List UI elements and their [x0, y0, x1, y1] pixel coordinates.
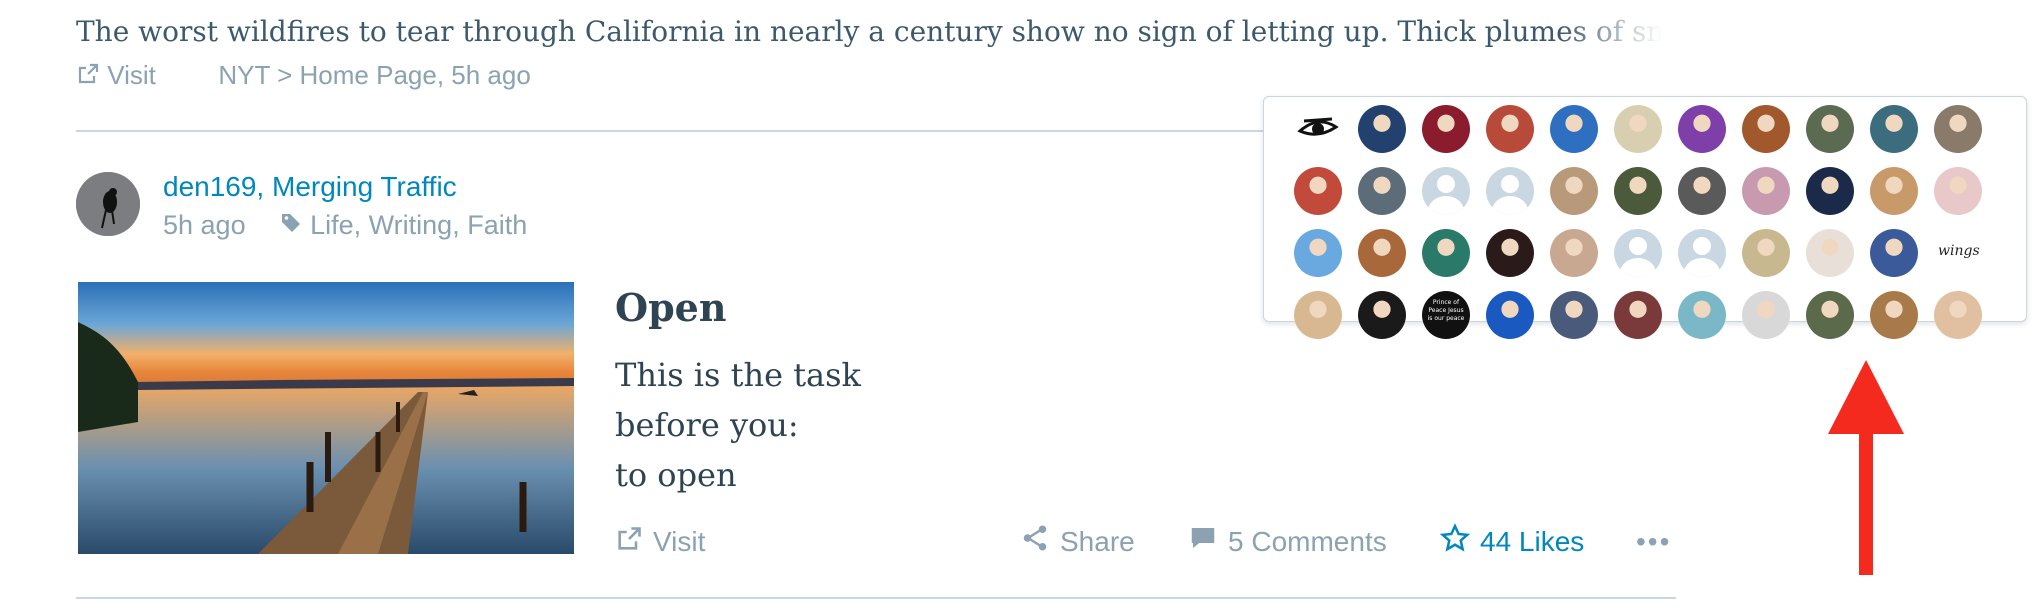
liker-avatar[interactable] [1486, 105, 1534, 153]
liker-avatar[interactable] [1422, 105, 1470, 153]
post-byline: 5h ago Life, Writing, Faith [163, 206, 527, 242]
liker-avatar[interactable] [1358, 167, 1406, 215]
post-excerpt: This is the task before you: to open [615, 350, 861, 500]
liker-avatar[interactable] [1422, 229, 1470, 277]
liker-avatar[interactable] [1486, 229, 1534, 277]
liker-avatar[interactable] [1870, 105, 1918, 153]
comments-button[interactable]: 5 Comments [1188, 522, 1387, 564]
liker-avatar[interactable] [1550, 229, 1598, 277]
post-title[interactable]: Open [615, 283, 726, 333]
liker-avatar[interactable] [1870, 291, 1918, 339]
liker-avatar[interactable] [1358, 291, 1406, 339]
liker-avatar[interactable] [1358, 105, 1406, 153]
liker-avatar[interactable] [1486, 291, 1534, 339]
default-avatar[interactable] [1486, 167, 1534, 215]
likes-label: 44 Likes [1480, 526, 1585, 557]
post-time[interactable]: 5h ago [163, 210, 246, 240]
liker-avatar[interactable] [1934, 167, 1982, 215]
liker-avatar[interactable] [1870, 167, 1918, 215]
liker-avatar[interactable] [1358, 229, 1406, 277]
liker-avatar[interactable] [1678, 167, 1726, 215]
share-button[interactable]: Share [1020, 522, 1135, 564]
liker-avatar[interactable]: Prince of Peace Jesus is our peace [1422, 291, 1470, 339]
visit-label: Visit [653, 526, 706, 557]
post-excerpt-line: before you: [615, 406, 799, 444]
previous-post-excerpt: The worst wildfires to tear through Cali… [76, 15, 1673, 48]
post-excerpt-line: to open [615, 456, 737, 494]
avatar-wings-text: wings [1938, 243, 1980, 259]
liker-avatar[interactable] [1294, 167, 1342, 215]
visit-link-previous[interactable]: Visit [76, 60, 163, 90]
liker-avatar[interactable] [1742, 167, 1790, 215]
red-arrow-annotation [1826, 360, 1906, 580]
external-link-icon [76, 61, 100, 93]
share-label: Share [1060, 526, 1135, 557]
author-avatar[interactable] [76, 172, 140, 236]
comments-label: 5 Comments [1228, 526, 1387, 557]
liker-avatar[interactable] [1614, 291, 1662, 339]
liker-avatar[interactable]: wings [1934, 229, 1982, 277]
liker-avatar[interactable] [1550, 291, 1598, 339]
previous-post-meta: Visit NYT > Home Page, 5h ago [76, 59, 531, 93]
liker-avatar[interactable] [1614, 167, 1662, 215]
featured-image[interactable] [78, 282, 574, 554]
liker-avatar[interactable] [1678, 291, 1726, 339]
liker-avatar[interactable] [1550, 167, 1598, 215]
liker-avatar[interactable] [1742, 105, 1790, 153]
likes-button[interactable]: 44 Likes [1439, 522, 1585, 564]
visit-link[interactable]: Visit [615, 522, 705, 564]
liker-avatar[interactable] [1806, 167, 1854, 215]
avatar-prince-text: Prince of Peace Jesus is our peace [1427, 299, 1465, 322]
liker-avatar[interactable] [1550, 105, 1598, 153]
post-divider-bottom [76, 597, 1676, 599]
liker-avatar[interactable] [1294, 229, 1342, 277]
likers-popover: wings Prince of Peace Jesus is our peace [1263, 96, 2027, 339]
liker-avatar[interactable] [1806, 229, 1854, 277]
external-link-icon [615, 524, 643, 564]
default-avatar[interactable] [1614, 229, 1662, 277]
default-avatar[interactable] [1422, 167, 1470, 215]
default-avatar[interactable] [1678, 229, 1726, 277]
share-icon [1020, 523, 1050, 564]
liker-avatar[interactable] [1870, 229, 1918, 277]
liker-avatar[interactable] [1294, 291, 1342, 339]
more-options-button[interactable]: ••• [1636, 522, 1671, 562]
tag-icon [279, 208, 303, 242]
source-link[interactable]: NYT > Home Page, 5h ago [218, 60, 530, 90]
liker-avatar[interactable] [1742, 229, 1790, 277]
liker-avatar[interactable] [1934, 291, 1982, 339]
liker-avatar[interactable] [1806, 291, 1854, 339]
excerpt-fade [1560, 8, 1680, 56]
liker-avatar[interactable] [1934, 105, 1982, 153]
liker-avatar[interactable] [1294, 105, 1342, 153]
visit-label: Visit [107, 60, 156, 90]
post-excerpt-line: This is the task [615, 356, 861, 394]
comment-icon [1188, 523, 1218, 564]
likers-grid: wings Prince of Peace Jesus is our peace [1294, 105, 1984, 339]
liker-avatar[interactable] [1806, 105, 1854, 153]
star-icon [1439, 523, 1471, 564]
author-site-link[interactable]: den169, Merging Traffic [163, 170, 457, 204]
liker-avatar[interactable] [1678, 105, 1726, 153]
liker-avatar[interactable] [1614, 105, 1662, 153]
liker-avatar[interactable] [1742, 291, 1790, 339]
post-tags[interactable]: Life, Writing, Faith [310, 210, 527, 240]
